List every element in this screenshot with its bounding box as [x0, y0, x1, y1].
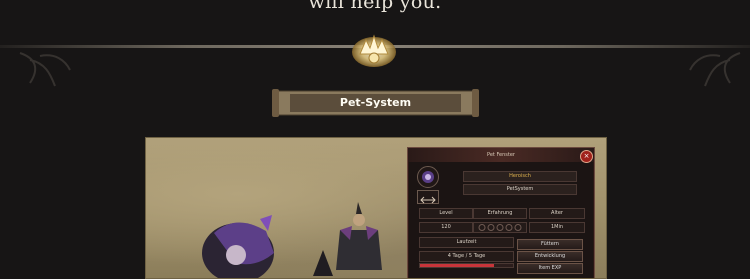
pet-window-title: Pet Fenster — [408, 148, 594, 162]
laufzeit-bar-fill — [420, 264, 495, 267]
intro-text-tail: will help you. — [308, 0, 442, 13]
feed-button[interactable]: Füttern — [517, 239, 583, 250]
golden-crest-emblem — [352, 34, 396, 67]
pet-companion — [313, 250, 333, 276]
evolve-button[interactable]: Entwicklung — [517, 251, 583, 262]
stat-value-age: 1Min — [529, 222, 585, 233]
stat-value-experience — [473, 222, 527, 233]
flourish-ornament-left — [19, 52, 71, 87]
pet-window[interactable]: Pet Fenster × Heroisch PetSystem Level E… — [407, 147, 595, 278]
laufzeit-bar — [419, 263, 514, 268]
stat-header-age: Alter — [529, 208, 585, 219]
pet-rank: Heroisch — [463, 171, 577, 182]
warrior-character — [336, 202, 382, 270]
pet-portrait-icon — [417, 166, 439, 188]
pet-name: PetSystem — [463, 184, 577, 195]
pet-window-close-button[interactable]: × — [580, 150, 593, 163]
flourish-ornament-right — [689, 52, 741, 87]
stat-value-level: 120 — [419, 222, 473, 233]
armored-beast-character — [202, 215, 274, 278]
laufzeit-label: Laufzeit — [419, 237, 514, 248]
section-title-pet-system: Pet-System — [339, 96, 412, 109]
stat-header-experience: Erfahrung — [473, 208, 527, 219]
stat-header-level: Level — [419, 208, 473, 219]
pet-type-icon — [417, 190, 439, 204]
game-screenshot: Pet Fenster × Heroisch PetSystem Level E… — [145, 137, 607, 279]
laufzeit-value: 4 Tage / 5 Tage — [419, 251, 514, 262]
